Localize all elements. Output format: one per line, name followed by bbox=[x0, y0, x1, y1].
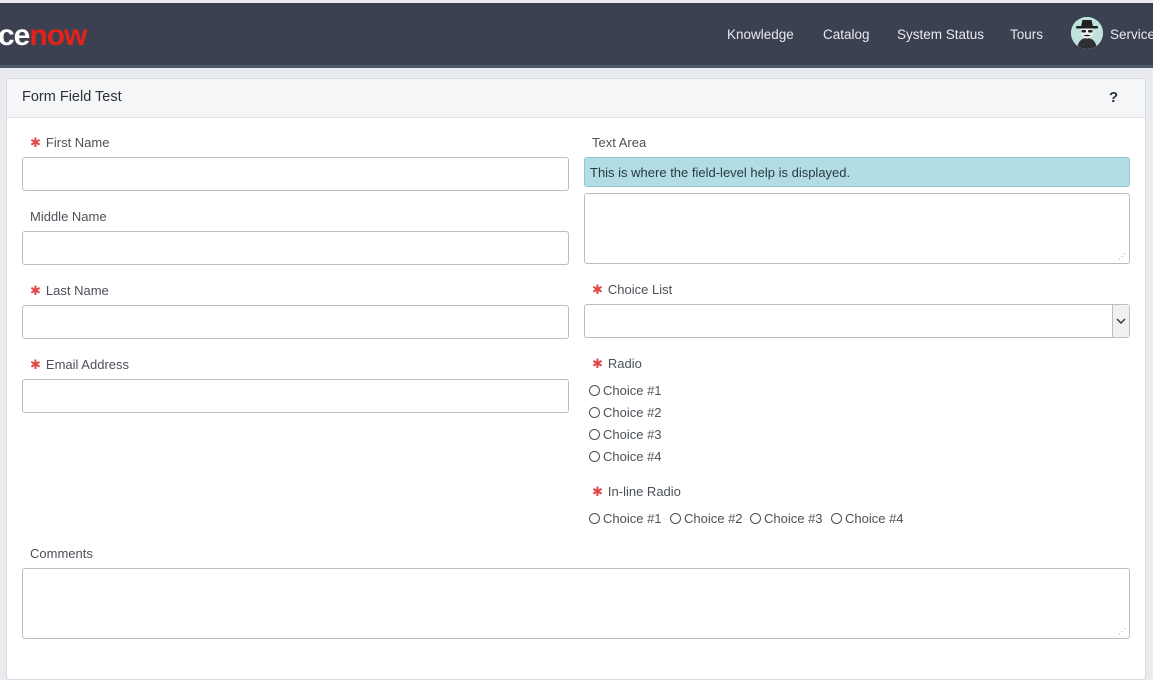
radio-label-text: Radio bbox=[607, 356, 642, 371]
radio-choice-label: Choice #3 bbox=[764, 510, 823, 526]
inline-radio-choice-2[interactable]: Choice #2 bbox=[670, 510, 743, 526]
required-icon: ✱ bbox=[592, 356, 603, 371]
user-avatar[interactable] bbox=[1071, 17, 1103, 49]
required-icon: ✱ bbox=[30, 357, 41, 372]
middle-name-input[interactable] bbox=[22, 231, 569, 265]
logo-text-white: ce bbox=[0, 19, 30, 52]
radio-choice-label: Choice #1 bbox=[603, 382, 662, 398]
choice-list-select[interactable] bbox=[584, 304, 1130, 338]
radio-choice-3[interactable]: Choice #3 bbox=[589, 426, 662, 442]
help-icon[interactable]: ? bbox=[1109, 89, 1118, 106]
user-profile-name[interactable]: Service bbox=[1110, 27, 1153, 42]
radio-choice-2[interactable]: Choice #2 bbox=[589, 404, 662, 420]
field-help-message: This is where the field-level help is di… bbox=[584, 157, 1130, 187]
first-name-label-text: First Name bbox=[45, 135, 110, 150]
panel-header: Form Field Test ? bbox=[7, 79, 1145, 118]
radio-choice-label: Choice #4 bbox=[603, 448, 662, 464]
radio-choice-label: Choice #1 bbox=[603, 510, 662, 526]
last-name-label-text: Last Name bbox=[45, 283, 109, 298]
chevron-down-icon[interactable] bbox=[1112, 305, 1129, 337]
radio-button[interactable] bbox=[589, 384, 600, 396]
top-navigation-bar: cenow Knowledge Catalog System Status To… bbox=[0, 3, 1153, 65]
radio-choice-1[interactable]: Choice #1 bbox=[589, 382, 662, 398]
avatar-icon bbox=[1071, 17, 1103, 49]
text-area-label: Text Area bbox=[592, 135, 647, 150]
inline-radio-choice-1[interactable]: Choice #1 bbox=[589, 510, 662, 526]
radio-button[interactable] bbox=[750, 512, 761, 524]
comments-label: Comments bbox=[30, 546, 93, 561]
inline-radio-label-text: In-line Radio bbox=[607, 484, 681, 499]
comments-input[interactable]: ⋰ bbox=[22, 568, 1130, 639]
nav-system-status[interactable]: System Status bbox=[897, 27, 984, 42]
text-area-input[interactable]: ⋰ bbox=[584, 193, 1130, 264]
radio-button[interactable] bbox=[589, 428, 600, 440]
radio-choice-label: Choice #4 bbox=[845, 510, 904, 526]
first-name-input[interactable] bbox=[22, 157, 569, 191]
inline-radio-label: ✱ In-line Radio bbox=[592, 484, 681, 500]
inline-radio-choice-4[interactable]: Choice #4 bbox=[831, 510, 904, 526]
last-name-input[interactable] bbox=[22, 305, 569, 339]
radio-choice-label: Choice #3 bbox=[603, 426, 662, 442]
required-icon: ✱ bbox=[30, 135, 41, 150]
email-label-text: Email Address bbox=[45, 357, 129, 372]
radio-button[interactable] bbox=[589, 512, 600, 524]
nav-catalog[interactable]: Catalog bbox=[823, 27, 870, 42]
radio-button[interactable] bbox=[831, 512, 842, 524]
first-name-label: ✱ First Name bbox=[30, 135, 109, 151]
resize-handle-icon[interactable]: ⋰ bbox=[1118, 628, 1126, 636]
radio-button[interactable] bbox=[589, 406, 600, 418]
required-icon: ✱ bbox=[30, 283, 41, 298]
inline-radio-choice-3[interactable]: Choice #3 bbox=[750, 510, 823, 526]
radio-choice-4[interactable]: Choice #4 bbox=[589, 448, 662, 464]
email-input[interactable] bbox=[22, 379, 569, 413]
servicenow-logo[interactable]: cenow bbox=[0, 16, 87, 56]
logo-text-red: now bbox=[29, 19, 87, 52]
page-title: Form Field Test bbox=[22, 89, 122, 105]
radio-button[interactable] bbox=[670, 512, 681, 524]
choice-list-label: ✱ Choice List bbox=[592, 282, 672, 298]
required-icon: ✱ bbox=[592, 484, 603, 499]
middle-name-label: Middle Name bbox=[30, 209, 107, 224]
radio-choice-label: Choice #2 bbox=[684, 510, 743, 526]
nav-tours[interactable]: Tours bbox=[1010, 27, 1043, 42]
radio-button[interactable] bbox=[589, 450, 600, 462]
required-icon: ✱ bbox=[592, 282, 603, 297]
header-divider bbox=[0, 65, 1153, 68]
choice-list-label-text: Choice List bbox=[607, 282, 673, 297]
last-name-label: ✱ Last Name bbox=[30, 283, 109, 299]
radio-choice-label: Choice #2 bbox=[603, 404, 662, 420]
email-label: ✱ Email Address bbox=[30, 357, 129, 373]
nav-knowledge[interactable]: Knowledge bbox=[727, 27, 794, 42]
resize-handle-icon[interactable]: ⋰ bbox=[1118, 253, 1126, 261]
radio-label: ✱ Radio bbox=[592, 356, 642, 372]
